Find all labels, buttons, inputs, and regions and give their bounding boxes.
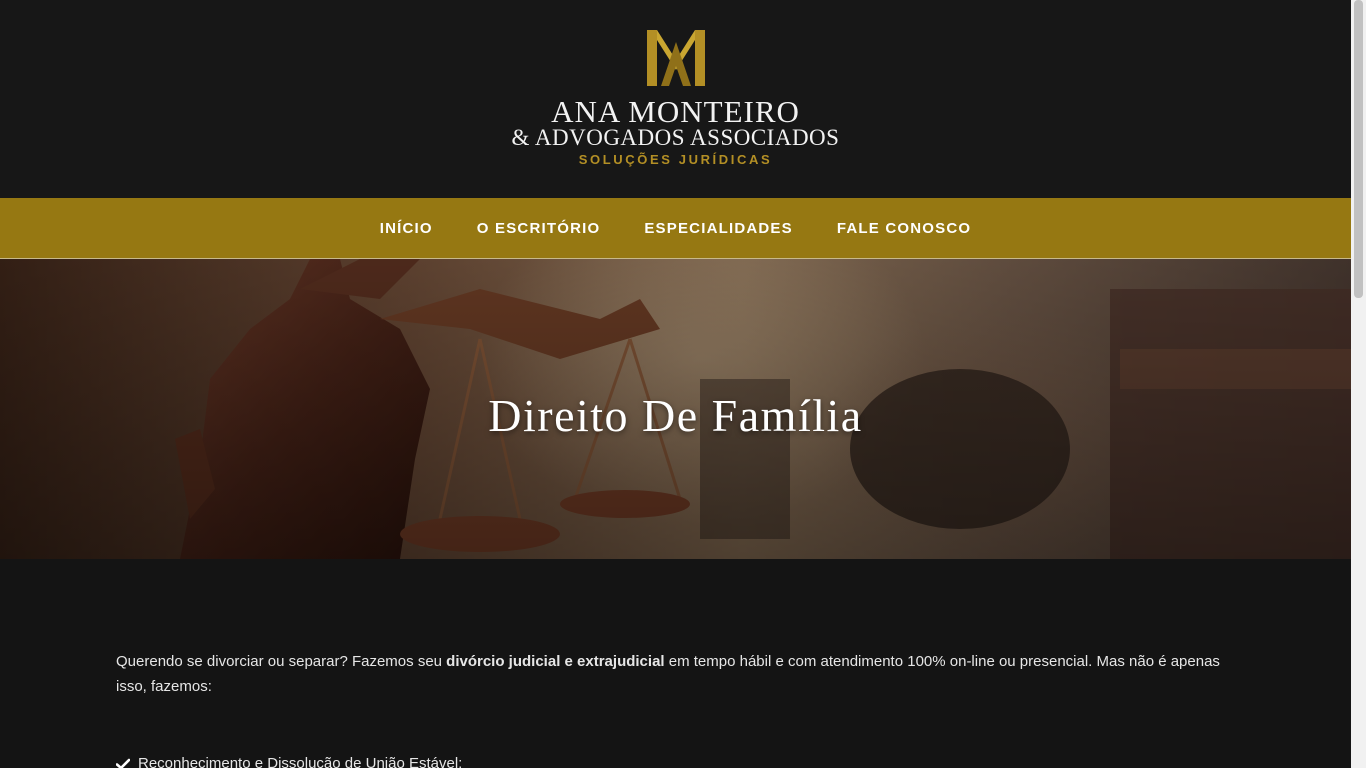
- brand-tagline: SOLUÇÕES JURÍDICAS: [578, 152, 773, 167]
- intro-paragraph: Querendo se divorciar ou separar? Fazemo…: [116, 649, 1235, 699]
- vertical-scrollbar[interactable]: [1351, 0, 1366, 768]
- nav-item-o-escritorio[interactable]: O ESCRITÓRIO: [455, 220, 623, 237]
- main-content: Querendo se divorciar ou separar? Fazemo…: [0, 559, 1351, 768]
- nav-item-especialidades[interactable]: ESPECIALIDADES: [622, 220, 815, 237]
- check-icon: [116, 758, 130, 768]
- site-header: ANA MONTEIRO & ADVOGADOS ASSOCIADOS SOLU…: [0, 0, 1351, 198]
- scrollbar-thumb[interactable]: [1354, 0, 1363, 298]
- list-item-text: Reconhecimento e Dissolução de União Est…: [138, 755, 463, 768]
- page: ANA MONTEIRO & ADVOGADOS ASSOCIADOS SOLU…: [0, 0, 1351, 768]
- intro-text-1: Querendo se divorciar ou separar? Fazemo…: [116, 653, 447, 670]
- list-item: Reconhecimento e Dissolução de União Est…: [116, 751, 1235, 768]
- main-nav: INÍCIO O ESCRITÓRIO ESPECIALIDADES FALE …: [0, 198, 1351, 259]
- services-list: Reconhecimento e Dissolução de União Est…: [116, 751, 1235, 768]
- intro-bold-text: divórcio judicial e extrajudicial: [446, 653, 665, 670]
- page-title: Direito De Família: [488, 390, 863, 441]
- brand-subtitle: & ADVOGADOS ASSOCIADOS: [511, 125, 840, 150]
- nav-item-fale-conosco[interactable]: FALE CONOSCO: [815, 220, 993, 237]
- hero-banner: Direito De Família: [0, 259, 1351, 559]
- am-monogram-logo[interactable]: [647, 30, 705, 86]
- nav-item-inicio[interactable]: INÍCIO: [358, 220, 455, 237]
